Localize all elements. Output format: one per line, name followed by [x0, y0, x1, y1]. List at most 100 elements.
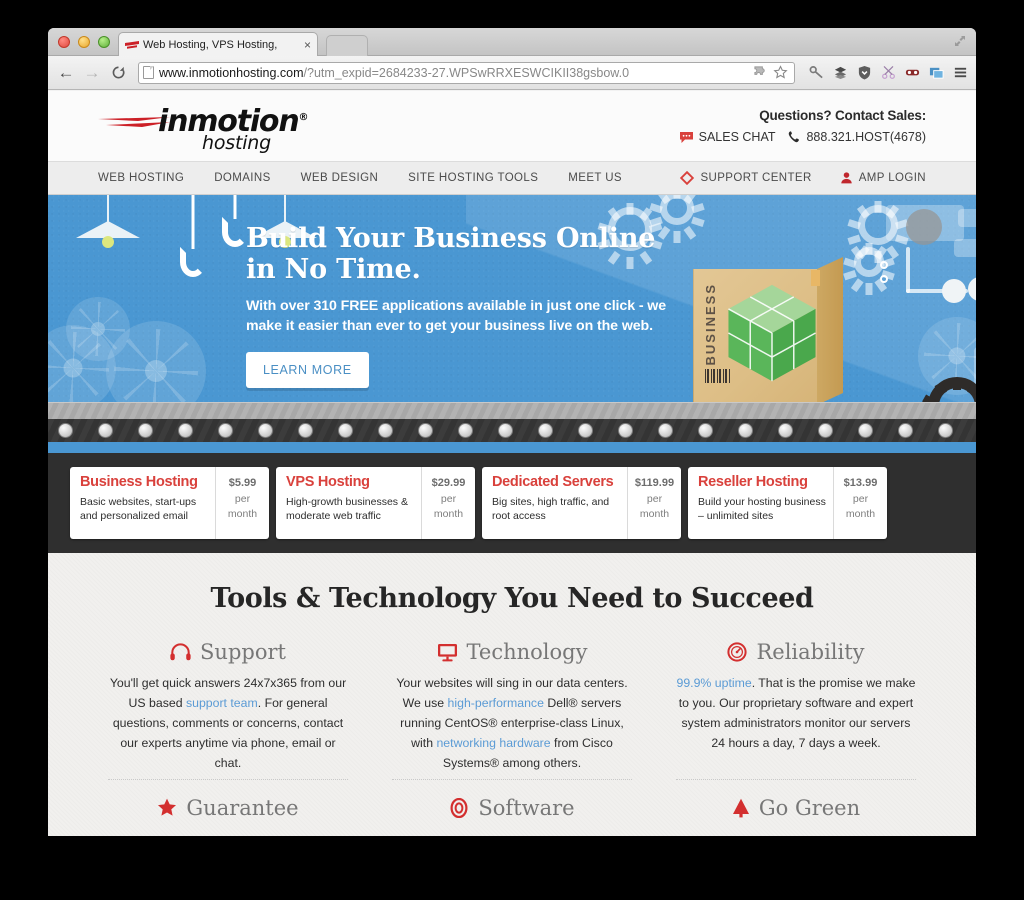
- pricing-card-business[interactable]: Business Hosting Basic websites, start-u…: [70, 467, 269, 539]
- nav-item-web-hosting[interactable]: WEB HOSTING: [98, 172, 184, 184]
- networking-hardware-link[interactable]: networking hardware: [436, 736, 550, 750]
- support-center-link[interactable]: SUPPORT CENTER: [680, 171, 811, 185]
- conveyor-roller: [98, 423, 113, 438]
- zoom-window-button[interactable]: [98, 36, 110, 48]
- mask-icon[interactable]: [905, 65, 920, 80]
- conveyor-belt-top: [48, 402, 976, 420]
- machine-block-bar1: [958, 209, 976, 227]
- conveyor-roller: [458, 423, 473, 438]
- close-icon[interactable]: ×: [300, 38, 311, 52]
- uptime-link[interactable]: 99.9% uptime: [676, 676, 751, 690]
- pricing-amount: $5.99: [228, 477, 257, 489]
- gear-icon-side: [843, 243, 895, 295]
- conveyor-roller: [338, 423, 353, 438]
- conveyor-roller: [818, 423, 833, 438]
- pricing-per: per: [852, 492, 869, 505]
- gauge-icon: [727, 642, 748, 662]
- conveyor-underbar: [48, 442, 976, 453]
- layers-icon[interactable]: [833, 65, 848, 80]
- chat-bubble-icon: [679, 131, 693, 143]
- amp-login-link[interactable]: AMP LOGIN: [840, 171, 926, 185]
- ceiling-lamp-left: [76, 195, 140, 251]
- forward-button[interactable]: →: [82, 63, 102, 83]
- tools-feature-row-1: Support You'll get quick answers 24x7x36…: [48, 614, 976, 780]
- conveyor-roller: [258, 423, 273, 438]
- conveyor-roller: [298, 423, 313, 438]
- feature-title: Support: [200, 640, 286, 664]
- tree-icon: [732, 798, 750, 818]
- address-bar[interactable]: www.inmotionhosting.com/?utm_expid=26842…: [138, 61, 795, 84]
- support-team-link[interactable]: support team: [186, 696, 258, 710]
- hero-copy: Build Your Business Online in No Time. W…: [246, 223, 686, 389]
- conveyor-roller: [378, 423, 393, 438]
- sales-chat-link[interactable]: SALES CHAT: [679, 130, 776, 144]
- feature-reliability: Reliability 99.9% uptime. That is the pr…: [654, 640, 938, 780]
- pricing-card-vps[interactable]: VPS Hosting High-growth businesses & mod…: [276, 467, 475, 539]
- scissors-icon[interactable]: [881, 65, 896, 80]
- pricing-amount: $13.99: [843, 477, 878, 489]
- conveyor-roller: [138, 423, 153, 438]
- conveyor-roller: [498, 423, 513, 438]
- amp-login-label: AMP LOGIN: [858, 172, 926, 184]
- inmotion-logo[interactable]: inmotion® hosting: [98, 100, 309, 154]
- pricing-per: per: [646, 492, 663, 505]
- conveyor-roller: [658, 423, 673, 438]
- pricing-card-dedicated[interactable]: Dedicated Servers Big sites, high traffi…: [482, 467, 681, 539]
- url-path: /?utm_expid=2684233-27.WPSwRRXESWCIKII38…: [303, 65, 630, 80]
- pricing-card-reseller[interactable]: Reseller Hosting Build your hosting busi…: [688, 467, 887, 539]
- registered-mark: ®: [298, 112, 309, 123]
- conveyor-roller: [938, 423, 953, 438]
- shield-icon[interactable]: [857, 65, 872, 80]
- pricing-title: Dedicated Servers: [492, 474, 614, 490]
- browser-tab[interactable]: Web Hosting, VPS Hosting, ×: [118, 32, 318, 56]
- browser-tab-bar: Web Hosting, VPS Hosting, ×: [48, 28, 976, 56]
- nav-item-meet-us[interactable]: MEET US: [568, 172, 622, 184]
- tools-feature-row-2: Guarantee Software Go Green: [48, 774, 976, 830]
- nav-item-site-hosting-tools[interactable]: SITE HOSTING TOOLS: [408, 172, 538, 184]
- pipe-node-a: [880, 261, 888, 269]
- pricing-per: per: [234, 492, 251, 505]
- conveyor-roller: [218, 423, 233, 438]
- fullscreen-expand-icon[interactable]: [952, 33, 968, 49]
- conveyor-roller: [178, 423, 193, 438]
- monitor-icon: [437, 643, 458, 662]
- feature-title: Reliability: [756, 640, 865, 664]
- contact-sales-block: Questions? Contact Sales: SALES CHAT 888…: [679, 108, 952, 144]
- feature-software: Software: [370, 796, 654, 830]
- extension-puzzle-icon[interactable]: [753, 65, 768, 80]
- conveyor-roller: [578, 423, 593, 438]
- divider: [108, 778, 348, 780]
- new-tab-button[interactable]: [326, 35, 368, 56]
- sales-chat-label: SALES CHAT: [698, 130, 776, 144]
- images-icon[interactable]: [929, 65, 944, 80]
- back-button[interactable]: ←: [56, 63, 76, 83]
- support-center-label: SUPPORT CENTER: [700, 172, 812, 184]
- feature-support: Support You'll get quick answers 24x7x36…: [86, 640, 370, 780]
- pricing-description: Basic websites, start-ups and personaliz…: [80, 495, 197, 523]
- pricing-title: Business Hosting: [80, 474, 198, 490]
- nav-item-domains[interactable]: DOMAINS: [214, 172, 270, 184]
- key-icon[interactable]: [809, 65, 824, 80]
- minimize-window-button[interactable]: [78, 36, 90, 48]
- phone-icon: [789, 131, 800, 143]
- high-performance-link[interactable]: high-performance: [448, 696, 544, 710]
- learn-more-button[interactable]: LEARN MORE: [246, 352, 369, 389]
- nav-item-web-design[interactable]: WEB DESIGN: [301, 172, 378, 184]
- feature-title: Go Green: [758, 795, 861, 820]
- sales-phone-label: 888.321.HOST(4678): [806, 130, 926, 144]
- hamburger-menu-icon[interactable]: [953, 65, 968, 80]
- tools-heading: Tools & Technology You Need to Succeed: [210, 583, 814, 614]
- divider: [392, 778, 632, 780]
- pricing-strip: Business Hosting Basic websites, start-u…: [48, 453, 976, 553]
- feature-title: Technology: [466, 640, 588, 664]
- page-document-icon: [143, 66, 154, 79]
- sales-phone-link[interactable]: 888.321.HOST(4678): [787, 130, 926, 144]
- logo-subtext: hosting: [202, 132, 271, 154]
- reload-icon[interactable]: [108, 63, 128, 83]
- bookmark-star-icon[interactable]: [773, 65, 788, 80]
- headphones-icon: [170, 643, 191, 661]
- conveyor-roller: [858, 423, 873, 438]
- extension-icon-group: [805, 65, 968, 80]
- close-window-button[interactable]: [58, 36, 70, 48]
- window-traffic-lights: [58, 36, 110, 48]
